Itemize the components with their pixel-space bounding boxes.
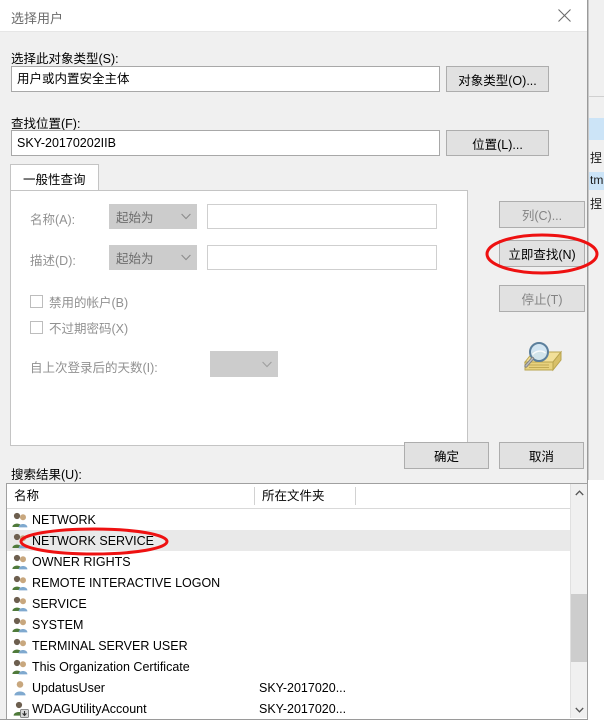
table-row[interactable]: OWNER RIGHTS [7,551,587,572]
days-since-logon-combo[interactable] [210,351,278,377]
scrollbar-thumb[interactable] [571,594,587,662]
result-folder: SKY-2017020... [259,680,347,695]
group-icon [11,658,29,676]
results-scrollbar[interactable] [570,484,587,718]
bg-text-fragment: 捏 [590,197,603,211]
columns-button[interactable]: 列(C)... [499,201,585,228]
column-header-name[interactable]: 名称 [7,484,254,508]
description-condition-combo[interactable]: 起始为 [109,245,197,270]
result-name: SERVICE [32,596,87,611]
search-results-list[interactable]: 名称 所在文件夹 NETWORK NETWORK SERVICE OWNER RIG… [6,483,588,719]
table-row[interactable]: REMOTE INTERACTIVE LOGON [7,572,587,593]
group-icon [11,574,29,592]
cancel-button[interactable]: 取消 [499,442,584,469]
description-condition-value: 起始为 [116,252,154,266]
query-tab-panel: 名称(A): 起始为 描述(D): 起始为 禁用的帐户(B) 不过期密码(X) [10,190,468,446]
find-now-button[interactable]: 立即查找(N) [499,240,585,267]
result-name: WDAGUtilityAccount [32,701,147,716]
tab-general-query-label: 一般性查询 [23,172,86,187]
chevron-down-icon [175,204,197,229]
name-label: 名称(A): [30,213,76,227]
user-badge-icon [11,700,29,718]
group-icon [11,553,29,571]
table-row[interactable]: UpdatusUser SKY-2017020... [7,677,587,698]
tab-general-query[interactable]: 一般性查询 [10,164,99,191]
dialog-title: 选择用户 [11,11,64,26]
scroll-up-icon[interactable] [571,484,587,501]
checkbox-box [30,295,43,308]
scroll-down-icon[interactable] [571,701,587,718]
description-value-input[interactable] [207,245,437,270]
background-window-strip: 捏 tm 捏 [588,0,604,480]
select-user-dialog: 选择用户 选择此对象类型(S): 用户或内置安全主体 对象类型(O)... 查找… [0,0,588,720]
name-condition-value: 起始为 [116,211,154,225]
table-row[interactable]: NETWORK SERVICE [7,530,587,551]
table-row[interactable]: TERMINAL SERVER USER [7,635,587,656]
non-expiring-password-checkbox[interactable]: 不过期密码(X) [30,318,128,337]
group-icon [11,637,29,655]
search-results-label: 搜索结果(U): [11,468,82,482]
result-name: OWNER RIGHTS [32,554,131,569]
group-icon [11,532,29,550]
result-name: SYSTEM [32,617,84,632]
bg-divider [589,96,604,97]
user-icon [11,679,29,697]
table-row[interactable]: SYSTEM [7,614,587,635]
result-name: This Organization Certificate [32,659,190,674]
results-rows: NETWORK NETWORK SERVICE OWNER RIGHTS REMOTE… [7,509,587,719]
disabled-accounts-checkbox[interactable]: 禁用的帐户(B) [30,292,128,311]
bg-selection-band [589,118,604,140]
table-row[interactable]: This Organization Certificate [7,656,587,677]
result-name: REMOTE INTERACTIVE LOGON [32,575,221,590]
column-separator[interactable] [355,487,356,505]
ok-button[interactable]: 确定 [404,442,489,469]
stop-button[interactable]: 停止(T) [499,285,585,312]
result-name: TERMINAL SERVER USER [32,638,188,653]
non-expiring-password-label: 不过期密码(X) [49,322,129,336]
bg-text-fragment: tm [590,173,604,187]
chevron-down-icon [175,245,197,270]
magnifier-folder-icon [519,336,567,380]
group-icon [11,616,29,634]
group-icon [11,595,29,613]
object-type-label: 选择此对象类型(S): [11,52,119,66]
description-label: 描述(D): [30,254,76,268]
column-header-folder[interactable]: 所在文件夹 [255,484,355,508]
locations-button[interactable]: 位置(L)... [446,130,549,156]
dialog-title-bar: 选择用户 [0,0,587,32]
result-name: NETWORK SERVICE [32,533,155,548]
result-folder: SKY-2017020... [259,701,347,716]
close-icon[interactable] [542,0,587,31]
chevron-down-icon [256,351,278,377]
days-since-logon-label: 自上次登录后的天数(I): [30,361,158,375]
results-column-header: 名称 所在文件夹 [7,484,587,509]
object-type-input[interactable]: 用户或内置安全主体 [11,66,440,92]
group-icon [11,511,29,529]
name-value-input[interactable] [207,204,437,229]
table-row[interactable]: SERVICE [7,593,587,614]
bg-text-fragment: 捏 [590,151,603,165]
result-name: NETWORK [32,512,96,527]
table-row[interactable]: WDAGUtilityAccount SKY-2017020... [7,698,587,719]
disabled-accounts-label: 禁用的帐户(B) [49,296,129,310]
query-tabstrip: 一般性查询 [10,164,468,191]
name-condition-combo[interactable]: 起始为 [109,204,197,229]
location-input[interactable]: SKY-20170202IIB [11,130,440,156]
table-row[interactable]: NETWORK [7,509,587,530]
checkbox-box [30,321,43,334]
result-name: UpdatusUser [32,680,105,695]
object-types-button[interactable]: 对象类型(O)... [446,66,549,92]
